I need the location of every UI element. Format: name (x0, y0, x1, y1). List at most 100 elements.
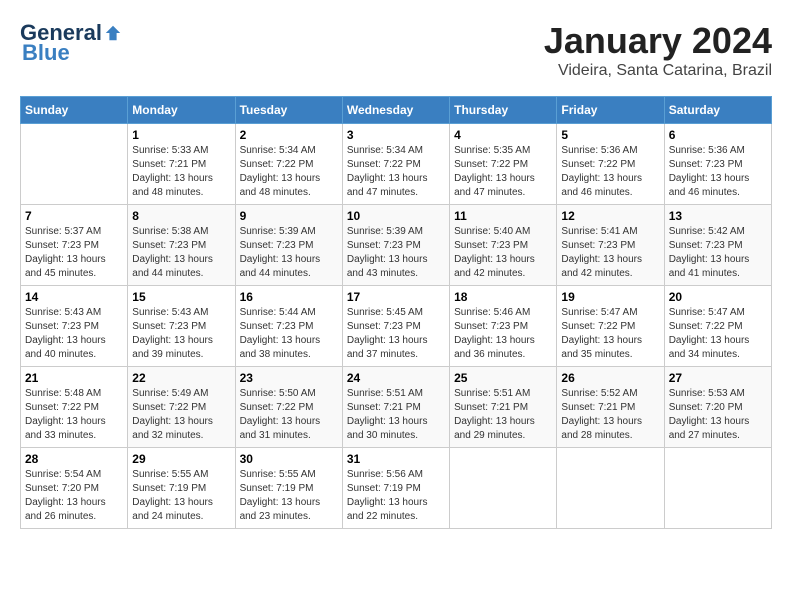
day-cell: 5 Sunrise: 5:36 AMSunset: 7:22 PMDaylight… (557, 124, 664, 205)
week-row-2: 7 Sunrise: 5:37 AMSunset: 7:23 PMDaylight… (21, 205, 772, 286)
day-number: 10 (347, 209, 445, 223)
day-cell: 23Sunrise: 5:50 AMSunset: 7:22 PMDayligh… (235, 367, 342, 448)
day-number: 17 (347, 290, 445, 304)
day-number: 3 (347, 128, 445, 142)
col-header-thursday: Thursday (450, 97, 557, 124)
day-cell: 10 Sunrise: 5:39 AMSunset: 7:23 PMDayligh… (342, 205, 449, 286)
day-number: 4 (454, 128, 552, 142)
day-info: Sunrise: 5:44 AMSunset: 7:23 PMDaylight:… (240, 306, 338, 362)
location: Videira, Santa Catarina, Brazil (544, 62, 772, 80)
day-number: 5 (561, 128, 659, 142)
day-cell: 30Sunrise: 5:55 AMSunset: 7:19 PMDayligh… (235, 448, 342, 529)
day-info: Sunrise: 5:42 AMSunset: 7:23 PMDaylight:… (669, 225, 767, 281)
week-row-4: 21 Sunrise: 5:48 AMSunset: 7:22 PMDayligh… (21, 367, 772, 448)
day-cell: 24 Sunrise: 5:51 AMSunset: 7:21 PMDayligh… (342, 367, 449, 448)
day-info: Sunrise: 5:55 AMSunset: 7:19 PMDaylight:… (132, 468, 230, 524)
day-cell: 1 Sunrise: 5:33 AMSunset: 7:21 PMDaylight… (128, 124, 235, 205)
day-cell: 21 Sunrise: 5:48 AMSunset: 7:22 PMDayligh… (21, 367, 128, 448)
page-header: General Blue January 2024 Videira, Santa… (20, 20, 772, 80)
day-number: 6 (669, 128, 767, 142)
day-info: Sunrise: 5:43 AMSunset: 7:23 PMDaylight:… (25, 306, 123, 362)
day-number: 13 (669, 209, 767, 223)
day-info: Sunrise: 5:55 AMSunset: 7:19 PMDaylight:… (240, 468, 338, 524)
day-info: Sunrise: 5:54 AMSunset: 7:20 PMDaylight:… (25, 468, 123, 524)
day-cell: 28 Sunrise: 5:54 AMSunset: 7:20 PMDayligh… (21, 448, 128, 529)
day-cell (21, 124, 128, 205)
day-cell: 16 Sunrise: 5:44 AMSunset: 7:23 PMDayligh… (235, 286, 342, 367)
day-cell (450, 448, 557, 529)
day-cell: 6 Sunrise: 5:36 AMSunset: 7:23 PMDaylight… (664, 124, 771, 205)
day-info: Sunrise: 5:34 AMSunset: 7:22 PMDaylight:… (240, 144, 338, 200)
day-cell: 29 Sunrise: 5:55 AMSunset: 7:19 PMDayligh… (128, 448, 235, 529)
day-info: Sunrise: 5:35 AMSunset: 7:22 PMDaylight:… (454, 144, 552, 200)
day-cell: 27Sunrise: 5:53 AMSunset: 7:20 PMDayligh… (664, 367, 771, 448)
day-number: 28 (25, 452, 123, 466)
title-section: January 2024 Videira, Santa Catarina, Br… (544, 20, 772, 80)
day-cell (557, 448, 664, 529)
day-info: Sunrise: 5:48 AMSunset: 7:22 PMDaylight:… (25, 387, 123, 443)
day-number: 31 (347, 452, 445, 466)
col-header-wednesday: Wednesday (342, 97, 449, 124)
day-number: 20 (669, 290, 767, 304)
day-cell: 25 Sunrise: 5:51 AMSunset: 7:21 PMDayligh… (450, 367, 557, 448)
day-info: Sunrise: 5:43 AMSunset: 7:23 PMDaylight:… (132, 306, 230, 362)
week-row-5: 28 Sunrise: 5:54 AMSunset: 7:20 PMDayligh… (21, 448, 772, 529)
day-info: Sunrise: 5:45 AMSunset: 7:23 PMDaylight:… (347, 306, 445, 362)
day-info: Sunrise: 5:37 AMSunset: 7:23 PMDaylight:… (25, 225, 123, 281)
day-number: 8 (132, 209, 230, 223)
day-info: Sunrise: 5:47 AMSunset: 7:22 PMDaylight:… (669, 306, 767, 362)
day-number: 29 (132, 452, 230, 466)
day-info: Sunrise: 5:34 AMSunset: 7:22 PMDaylight:… (347, 144, 445, 200)
day-cell: 17 Sunrise: 5:45 AMSunset: 7:23 PMDayligh… (342, 286, 449, 367)
day-cell: 15 Sunrise: 5:43 AMSunset: 7:23 PMDayligh… (128, 286, 235, 367)
day-info: Sunrise: 5:38 AMSunset: 7:23 PMDaylight:… (132, 225, 230, 281)
day-info: Sunrise: 5:47 AMSunset: 7:22 PMDaylight:… (561, 306, 659, 362)
day-info: Sunrise: 5:56 AMSunset: 7:19 PMDaylight:… (347, 468, 445, 524)
month-title: January 2024 (544, 20, 772, 62)
day-number: 16 (240, 290, 338, 304)
day-info: Sunrise: 5:49 AMSunset: 7:22 PMDaylight:… (132, 387, 230, 443)
col-header-monday: Monday (128, 97, 235, 124)
col-header-tuesday: Tuesday (235, 97, 342, 124)
day-info: Sunrise: 5:40 AMSunset: 7:23 PMDaylight:… (454, 225, 552, 281)
day-cell: 7 Sunrise: 5:37 AMSunset: 7:23 PMDaylight… (21, 205, 128, 286)
col-header-saturday: Saturday (664, 97, 771, 124)
day-info: Sunrise: 5:51 AMSunset: 7:21 PMDaylight:… (347, 387, 445, 443)
day-number: 15 (132, 290, 230, 304)
day-info: Sunrise: 5:36 AMSunset: 7:23 PMDaylight:… (669, 144, 767, 200)
day-info: Sunrise: 5:33 AMSunset: 7:21 PMDaylight:… (132, 144, 230, 200)
day-cell: 3 Sunrise: 5:34 AMSunset: 7:22 PMDaylight… (342, 124, 449, 205)
day-number: 25 (454, 371, 552, 385)
day-number: 12 (561, 209, 659, 223)
day-number: 9 (240, 209, 338, 223)
day-cell: 2 Sunrise: 5:34 AMSunset: 7:22 PMDaylight… (235, 124, 342, 205)
day-cell: 22 Sunrise: 5:49 AMSunset: 7:22 PMDayligh… (128, 367, 235, 448)
day-info: Sunrise: 5:36 AMSunset: 7:22 PMDaylight:… (561, 144, 659, 200)
day-number: 24 (347, 371, 445, 385)
day-info: Sunrise: 5:41 AMSunset: 7:23 PMDaylight:… (561, 225, 659, 281)
day-number: 7 (25, 209, 123, 223)
day-cell: 4 Sunrise: 5:35 AMSunset: 7:22 PMDaylight… (450, 124, 557, 205)
day-cell: 9Sunrise: 5:39 AMSunset: 7:23 PMDaylight… (235, 205, 342, 286)
day-cell: 8 Sunrise: 5:38 AMSunset: 7:23 PMDaylight… (128, 205, 235, 286)
day-cell: 20 Sunrise: 5:47 AMSunset: 7:22 PMDayligh… (664, 286, 771, 367)
logo-blue: Blue (22, 40, 70, 66)
day-number: 2 (240, 128, 338, 142)
day-cell: 13 Sunrise: 5:42 AMSunset: 7:23 PMDayligh… (664, 205, 771, 286)
day-info: Sunrise: 5:51 AMSunset: 7:21 PMDaylight:… (454, 387, 552, 443)
calendar-table: SundayMondayTuesdayWednesdayThursdayFrid… (20, 96, 772, 529)
day-number: 22 (132, 371, 230, 385)
day-cell: 11Sunrise: 5:40 AMSunset: 7:23 PMDayligh… (450, 205, 557, 286)
day-number: 21 (25, 371, 123, 385)
week-row-3: 14Sunrise: 5:43 AMSunset: 7:23 PMDayligh… (21, 286, 772, 367)
day-info: Sunrise: 5:39 AMSunset: 7:23 PMDaylight:… (347, 225, 445, 281)
logo: General Blue (20, 20, 122, 66)
day-number: 19 (561, 290, 659, 304)
day-cell (664, 448, 771, 529)
day-number: 1 (132, 128, 230, 142)
day-cell: 26Sunrise: 5:52 AMSunset: 7:21 PMDayligh… (557, 367, 664, 448)
header-row: SundayMondayTuesdayWednesdayThursdayFrid… (21, 97, 772, 124)
day-info: Sunrise: 5:53 AMSunset: 7:20 PMDaylight:… (669, 387, 767, 443)
day-number: 23 (240, 371, 338, 385)
day-number: 26 (561, 371, 659, 385)
